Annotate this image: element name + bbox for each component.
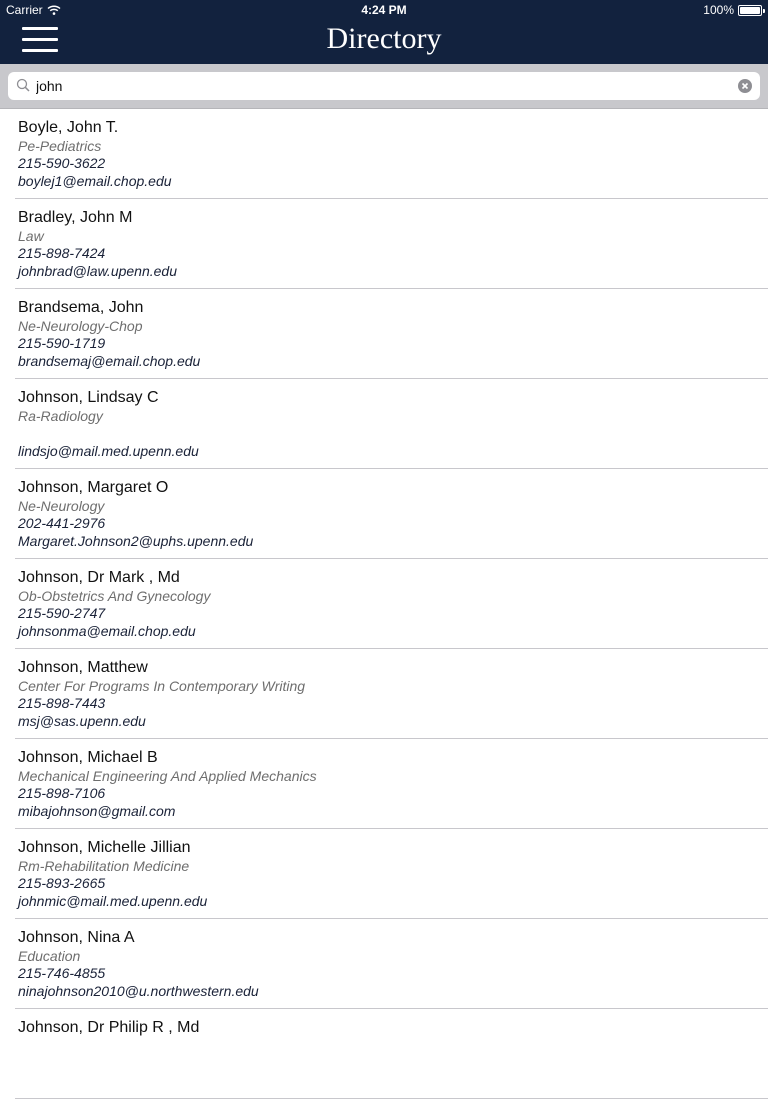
- contact-phone[interactable]: 215-746-4855: [18, 965, 105, 981]
- contact-department: Mechanical Engineering And Applied Mecha…: [18, 768, 317, 784]
- contact-name: Johnson, Dr Mark , Md: [18, 569, 180, 586]
- contact-phone[interactable]: 215-590-3622: [18, 155, 105, 171]
- list-item[interactable]: Johnson, Michelle Jillian Rm-Rehabilitat…: [15, 829, 768, 919]
- navigation-bar: Carrier 4:24 PM 100% Directory: [0, 0, 768, 64]
- contact-email[interactable]: lindsjo@mail.med.upenn.edu: [18, 443, 199, 459]
- contact-phone[interactable]: 202-441-2976: [18, 515, 105, 531]
- battery-percent: 100%: [703, 3, 734, 17]
- search-field-container[interactable]: [8, 72, 760, 100]
- list-item[interactable]: Johnson, Dr Philip R , Md: [15, 1009, 768, 1099]
- contact-phone[interactable]: 215-590-2747: [18, 605, 105, 621]
- contact-name: Brandsema, John: [18, 299, 144, 316]
- contact-email[interactable]: brandsemaj@email.chop.edu: [18, 353, 200, 369]
- contact-phone[interactable]: 215-893-2665: [18, 875, 105, 891]
- list-item[interactable]: Johnson, Lindsay C Ra-Radiology lindsjo@…: [15, 379, 768, 469]
- contact-department: Education: [18, 948, 81, 964]
- contact-phone[interactable]: 215-898-7424: [18, 245, 105, 261]
- contact-name: Johnson, Lindsay C: [18, 389, 159, 406]
- contact-email[interactable]: Margaret.Johnson2@uphs.upenn.edu: [18, 533, 253, 549]
- contact-phone[interactable]: 215-898-7443: [18, 695, 105, 711]
- contact-department: Ob-Obstetrics And Gynecology: [18, 588, 211, 604]
- contact-name: Johnson, Margaret O: [18, 479, 169, 496]
- list-item[interactable]: Johnson, Margaret O Ne-Neurology 202-441…: [15, 469, 768, 559]
- list-item[interactable]: Johnson, Dr Mark , Md Ob-Obstetrics And …: [15, 559, 768, 649]
- clear-search-button[interactable]: [738, 79, 752, 93]
- contact-name: Johnson, Michelle Jillian: [18, 839, 191, 856]
- search-input[interactable]: [36, 75, 726, 97]
- contact-department: Ne-Neurology-Chop: [18, 318, 143, 334]
- contact-department: Center For Programs In Contemporary Writ…: [18, 678, 306, 694]
- contact-department: Law: [18, 228, 44, 244]
- list-item[interactable]: Boyle, John T. Pe-Pediatrics 215-590-362…: [15, 109, 768, 199]
- contact-department: Ra-Radiology: [18, 408, 103, 424]
- contact-name: Johnson, Dr Philip R , Md: [18, 1019, 200, 1036]
- contact-name: Johnson, Nina A: [18, 929, 135, 946]
- contact-email[interactable]: mibajohnson@gmail.com: [18, 803, 175, 819]
- contact-email[interactable]: johnbrad@law.upenn.edu: [18, 263, 177, 279]
- list-item[interactable]: Brandsema, John Ne-Neurology-Chop 215-59…: [15, 289, 768, 379]
- page-title: Directory: [326, 22, 442, 55]
- contact-email[interactable]: johnmic@mail.med.upenn.edu: [18, 893, 207, 909]
- contact-email[interactable]: ninajohnson2010@u.northwestern.edu: [18, 983, 259, 999]
- contact-phone[interactable]: 215-898-7106: [18, 785, 105, 801]
- list-item[interactable]: Johnson, Matthew Center For Programs In …: [15, 649, 768, 739]
- contact-email[interactable]: boylej1@email.chop.edu: [18, 173, 172, 189]
- contact-department: Rm-Rehabilitation Medicine: [18, 858, 190, 874]
- search-icon: [16, 78, 30, 92]
- list-item[interactable]: Johnson, Michael B Mechanical Engineerin…: [15, 739, 768, 829]
- contact-email[interactable]: msj@sas.upenn.edu: [18, 713, 146, 729]
- contact-department: Pe-Pediatrics: [18, 138, 102, 154]
- contact-name: Bradley, John M: [18, 209, 133, 226]
- results-list: Boyle, John T. Pe-Pediatrics 215-590-362…: [0, 109, 768, 1099]
- list-item[interactable]: Johnson, Nina A Education 215-746-4855 n…: [15, 919, 768, 1009]
- list-item[interactable]: Bradley, John M Law 215-898-7424 johnbra…: [15, 199, 768, 289]
- status-bar: Carrier 4:24 PM 100%: [0, 0, 768, 20]
- contact-department: Ne-Neurology: [18, 498, 105, 514]
- contact-name: Johnson, Michael B: [18, 749, 158, 766]
- status-right: 100%: [703, 3, 765, 17]
- contact-email[interactable]: johnsonma@email.chop.edu: [18, 623, 196, 639]
- contact-name: Johnson, Matthew: [18, 659, 148, 676]
- status-time: 4:24 PM: [361, 3, 407, 17]
- contact-phone[interactable]: 215-590-1719: [18, 335, 105, 351]
- contact-name: Boyle, John T.: [18, 119, 119, 136]
- close-icon: [741, 82, 749, 90]
- battery-icon: [738, 4, 765, 16]
- search-bar: [0, 64, 768, 109]
